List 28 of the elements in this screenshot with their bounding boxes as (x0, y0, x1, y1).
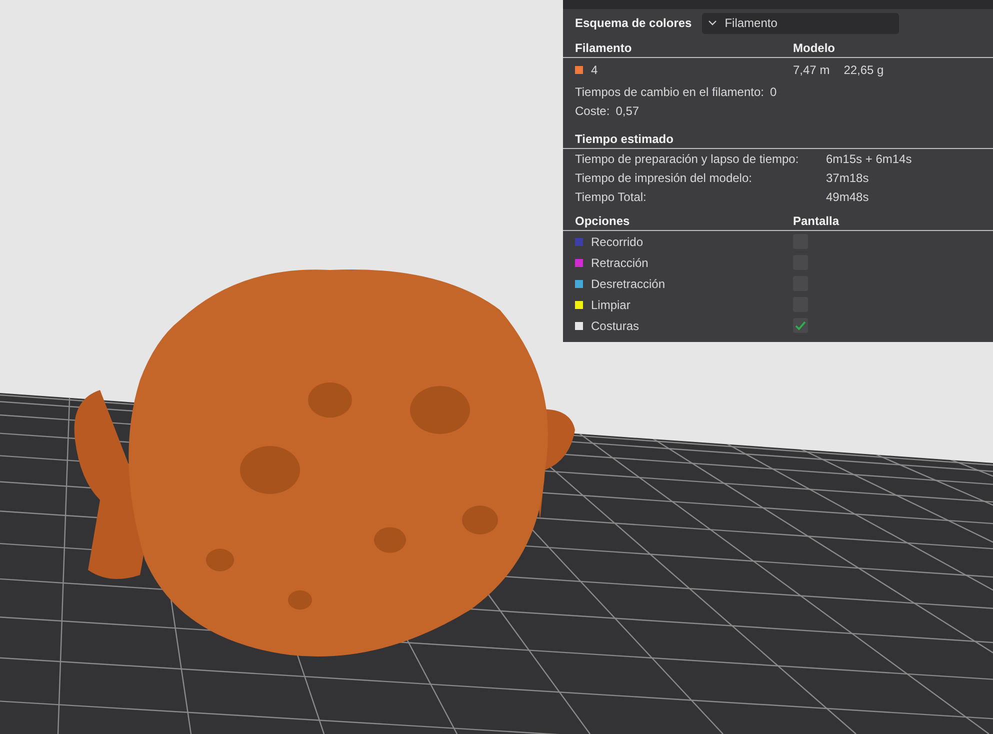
column-header: Pantalla (793, 212, 840, 230)
option-label: Recorrido (591, 234, 644, 250)
stat-value: 0 (770, 84, 777, 100)
filament-name: 4 (591, 62, 598, 79)
column-header: Modelo (793, 40, 836, 56)
section-title: Tiempo estimado (575, 130, 674, 148)
stat-value: 0,57 (616, 102, 640, 120)
color-scheme-dropdown[interactable]: Filamento (702, 12, 899, 34)
time-value: 6m15s + 6m14s (826, 151, 913, 168)
option-label: Desretracción (591, 276, 666, 292)
time-label: Tiempo de preparación y lapso de tiempo: (575, 151, 800, 168)
color-scheme-label: Esquema de colores (575, 15, 692, 32)
column-header: Filamento (575, 40, 633, 56)
time-label: Tiempo Total: (575, 189, 648, 206)
option-label: Costuras (591, 318, 640, 334)
time-label: Tiempo de impresión del modelo: (575, 170, 753, 187)
filament-length: 7,47 m (793, 62, 830, 79)
stat-label: Coste: (575, 102, 610, 120)
chevron-down-icon (708, 20, 717, 26)
option-label: Limpiar (591, 296, 630, 314)
time-value: 49m48s (826, 189, 870, 206)
checkmark-icon (795, 321, 806, 330)
time-value: 37m18s (826, 170, 870, 187)
option-label: Retracción (591, 254, 648, 272)
display-checkbox[interactable] (793, 318, 808, 333)
filament-weight: 22,65 g (844, 62, 884, 79)
column-header: Opciones (575, 212, 631, 230)
stat-label: Tiempos de cambio en el filamento: (575, 84, 764, 100)
